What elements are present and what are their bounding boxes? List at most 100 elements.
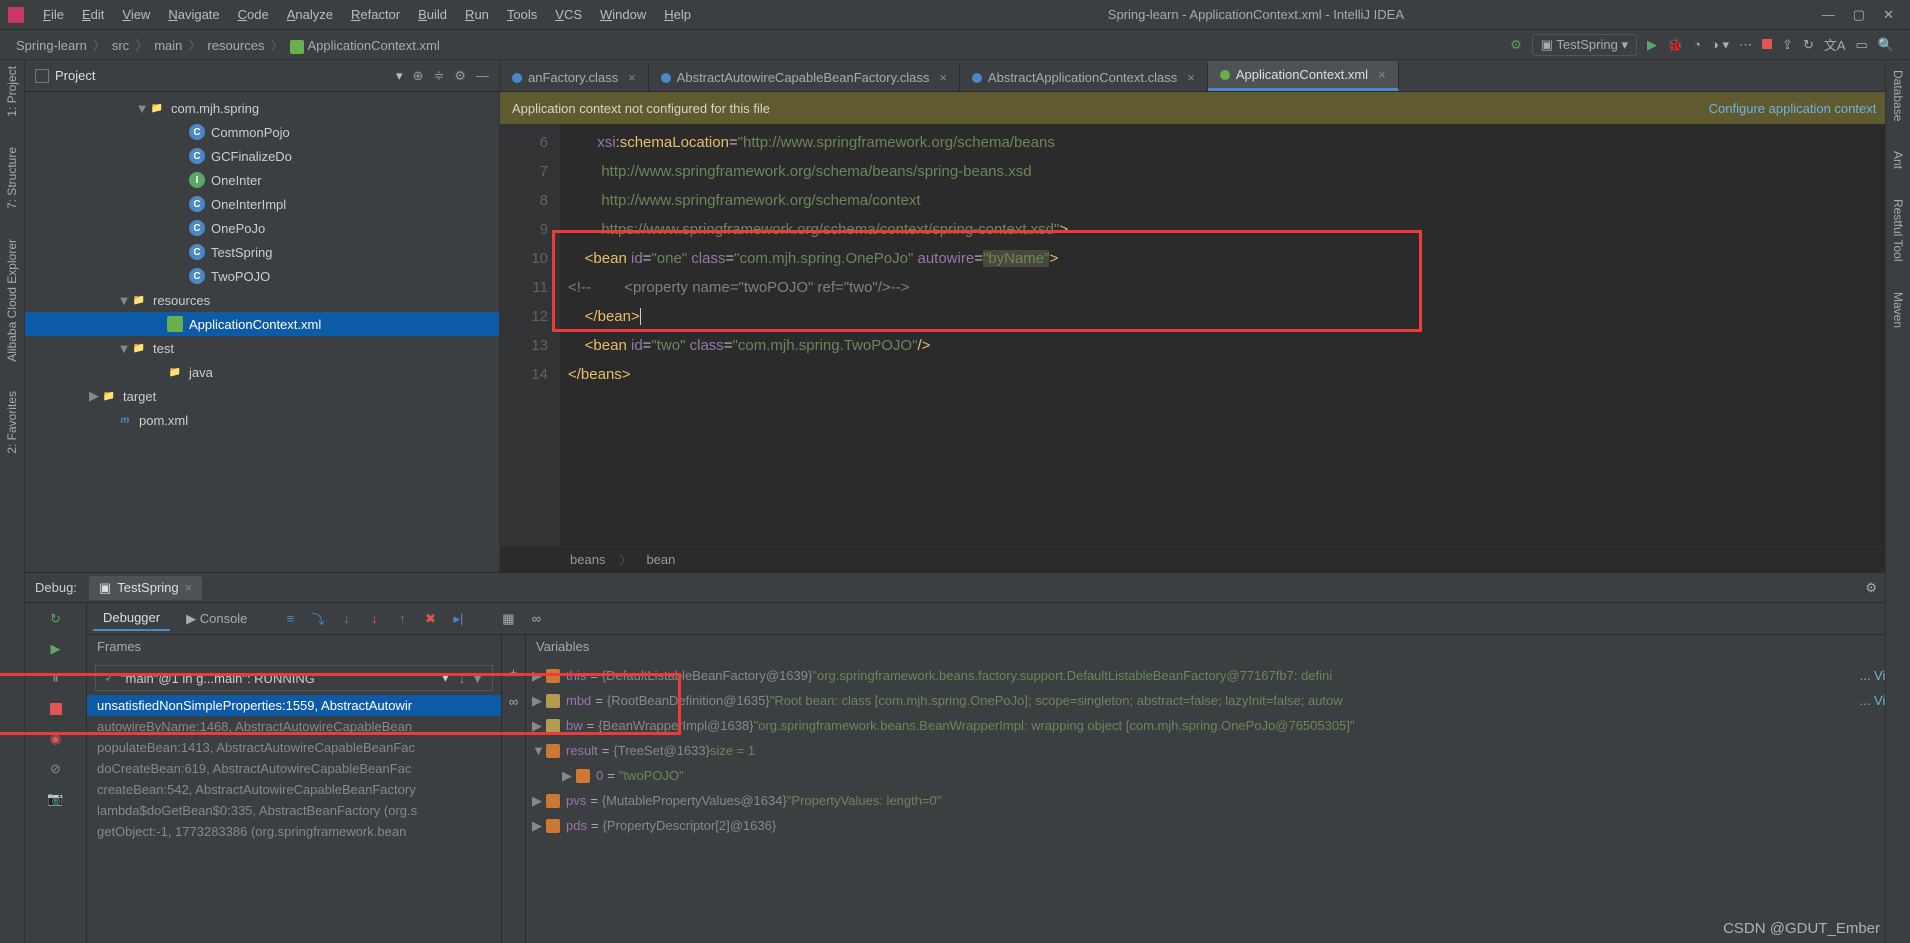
stack-frame[interactable]: doCreateBean:619, AbstractAutowireCapabl… [87,758,501,779]
tree-node[interactable]: ApplicationContext.xml [25,312,499,336]
update-icon[interactable]: ↻ [1803,37,1814,53]
rerun-icon[interactable]: ↻ [46,609,66,629]
tree-node[interactable]: CGCFinalizeDo [25,144,499,168]
git-icon[interactable]: ⇪ [1782,37,1793,53]
console-tab[interactable]: ▶ Console [176,607,257,631]
menu-file[interactable]: File [36,4,71,25]
tree-node[interactable]: ▼test [25,336,499,360]
right-tab[interactable]: Restful Tool [1891,199,1905,261]
trace-icon[interactable]: ∞ [525,608,547,630]
loop-icon[interactable]: ∞ [509,694,518,709]
debugger-tab[interactable]: Debugger [93,606,170,631]
left-tab[interactable]: Alibaba Cloud Explorer [5,239,19,362]
variable-row[interactable]: ▼result = {TreeSet@1633} size = 1 [526,738,1910,763]
stack-frame[interactable]: createBean:542, AbstractAutowireCapableB… [87,779,501,800]
tree-node[interactable]: COneInterImpl [25,192,499,216]
show-exec-icon[interactable]: ≡ [279,608,301,630]
minimize-button[interactable]: — [1822,7,1835,23]
stack-frame[interactable]: lambda$doGetBean$0:335, AbstractBeanFact… [87,800,501,821]
menu-analyze[interactable]: Analyze [280,4,340,25]
attach-button[interactable]: ⋯ [1739,37,1752,53]
gear-icon[interactable]: ⚙ [454,68,466,84]
evaluate-icon[interactable]: ▦ [497,608,519,630]
menu-run[interactable]: Run [458,4,496,25]
step-over-icon[interactable]: ⤵ [307,608,329,630]
banner-link[interactable]: Configure application context [1709,101,1877,116]
coverage-button[interactable]: ◔ [1693,37,1701,52]
maximize-button[interactable]: ▢ [1853,7,1865,23]
run-config-combo[interactable]: ▣ TestSpring ▾ [1532,34,1637,56]
editor-tab[interactable]: AbstractAutowireCapableBeanFactory.class… [649,64,960,91]
thread-selector[interactable]: "main"@1 in g...main": RUNNING▾ ↓▼ [95,665,493,691]
run-to-cursor-icon[interactable]: ▸| [447,608,469,630]
stack-frame[interactable]: autowireByName:1468, AbstractAutowireCap… [87,716,501,737]
menu-code[interactable]: Code [231,4,276,25]
locate-icon[interactable]: ⊕ [413,68,424,84]
resume-icon[interactable]: ▶ [46,639,66,659]
menu-navigate[interactable]: Navigate [161,4,226,25]
menu-window[interactable]: Window [593,4,653,25]
camera-icon[interactable]: 📷 [46,789,66,809]
menu-help[interactable]: Help [657,4,698,25]
project-tree[interactable]: ▼com.mjh.springCCommonPojoCGCFinalizeDoI… [25,92,499,572]
breadcrumb-item[interactable]: Spring-learn [16,38,87,53]
pause-icon[interactable]: ⏸ [46,669,66,689]
run-button[interactable]: ▶ [1647,37,1657,53]
left-tab[interactable]: 7: Structure [5,147,19,209]
stop2-icon[interactable] [46,699,66,719]
hide-icon[interactable]: — [476,68,489,83]
breadcrumb-item[interactable]: src [112,38,129,53]
breadcrumb-item[interactable]: resources [207,38,264,53]
tree-node[interactable]: CCommonPojo [25,120,499,144]
variable-row[interactable]: ▶pvs = {MutablePropertyValues@1634} "Pro… [526,788,1910,813]
variable-row[interactable]: ▶pds = {PropertyDescriptor[2]@1636} [526,813,1910,838]
tree-node[interactable]: CTwoPOJO [25,264,499,288]
menu-refactor[interactable]: Refactor [344,4,407,25]
hammer-icon[interactable]: ⚙ [1510,37,1522,53]
stack-frame[interactable]: getObject:-1, 1773283386 (org.springfram… [87,821,501,842]
menu-tools[interactable]: Tools [500,4,544,25]
editor-tab[interactable]: AbstractApplicationContext.class× [960,64,1208,91]
editor-tab[interactable]: ApplicationContext.xml× [1208,61,1399,91]
tree-node[interactable]: mpom.xml [25,408,499,432]
right-tab[interactable]: Ant [1891,151,1905,169]
drop-frame-icon[interactable]: ✖ [419,608,441,630]
step-into-icon[interactable]: ↓ [335,608,357,630]
force-step-icon[interactable]: ↓ [363,608,385,630]
right-tab[interactable]: Maven [1891,292,1905,328]
ide-icon[interactable]: ▭ [1856,37,1868,53]
menu-edit[interactable]: Edit [75,4,111,25]
debug-config-tab[interactable]: ▣ TestSpring × [89,576,202,600]
editor-breadcrumb[interactable]: beans〉bean [500,546,1910,572]
stack-frame[interactable]: populateBean:1413, AbstractAutowireCapab… [87,737,501,758]
debug-gear-icon[interactable]: ⚙ [1865,580,1877,596]
left-tab[interactable]: 1: Project [5,66,19,117]
stack-frame[interactable]: unsatisfiedNonSimpleProperties:1559, Abs… [87,695,501,716]
code-area[interactable]: 67891011121314 xsi:schemaLocation="http:… [500,124,1910,546]
tree-node[interactable]: ▼resources [25,288,499,312]
tree-node[interactable]: ▶target [25,384,499,408]
mute-icon[interactable]: ⊘ [46,759,66,779]
lang-icon[interactable]: 文A [1824,35,1846,54]
code-lines[interactable]: xsi:schemaLocation="http://www.springfra… [560,124,1910,546]
stop-button[interactable] [1762,37,1772,52]
menu-vcs[interactable]: VCS [548,4,589,25]
variable-row[interactable]: ▶this = {DefaultListableBeanFactory@1639… [526,663,1910,688]
profile-button[interactable]: ◑ ▾ [1711,37,1729,53]
menu-view[interactable]: View [115,4,157,25]
tree-node[interactable]: COnePoJo [25,216,499,240]
close-button[interactable]: ✕ [1883,7,1894,23]
tree-node[interactable]: CTestSpring [25,240,499,264]
search-icon[interactable]: 🔍 [1878,37,1894,53]
debug-button[interactable]: 🐞 [1667,37,1683,53]
breadcrumb-item[interactable]: ApplicationContext.xml [308,38,440,53]
breadcrumb-item[interactable]: main [154,38,182,53]
variable-row[interactable]: ▶0 = "twoPOJO" [526,763,1910,788]
left-tab[interactable]: 2: Favorites [5,391,19,454]
breakpoints-icon[interactable]: ◉ [46,729,66,749]
editor-tab[interactable]: anFactory.class× [500,64,649,91]
expand-icon[interactable]: ≑ [433,68,444,84]
tree-node[interactable]: java [25,360,499,384]
right-tab[interactable]: Database [1891,70,1905,121]
tree-node[interactable]: IOneInter [25,168,499,192]
